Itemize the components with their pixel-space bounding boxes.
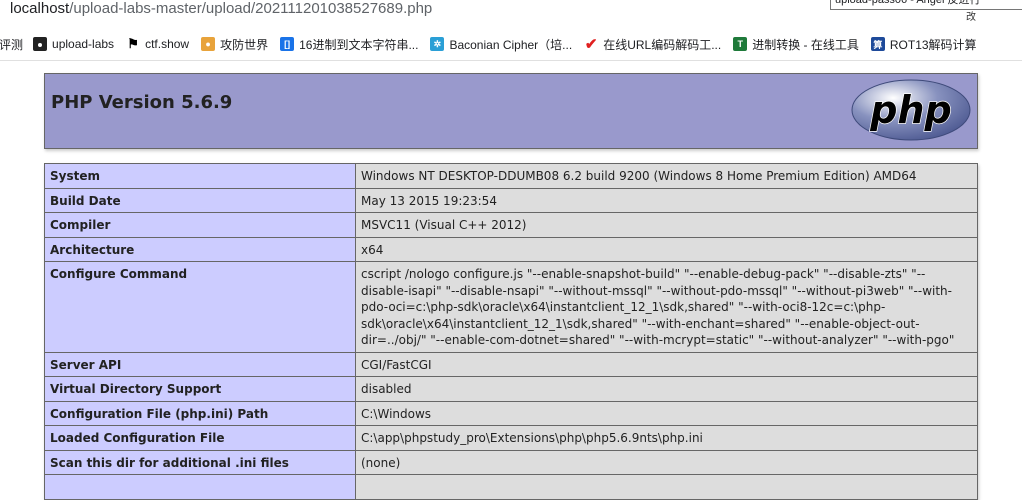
table-row: Compiler MSVC11 (Visual C++ 2012) — [44, 212, 978, 238]
address-bar[interactable]: localhost/upload-labs-master/upload/2021… — [0, 0, 1022, 28]
bookmark-label: ctf.show — [145, 37, 190, 51]
row-key: Scan this dir for additional .ini files — [44, 449, 356, 475]
calculator-icon: 算 — [870, 37, 885, 51]
phpinfo-header: PHP Version 5.6.9 php — [44, 73, 978, 149]
bookmark-item[interactable]: upload-labs — [33, 37, 114, 51]
bracket-icon: [] — [280, 37, 295, 51]
bookmark-label: 评测 — [0, 37, 24, 52]
row-value: (none) — [355, 449, 978, 475]
t-icon: T — [733, 37, 748, 51]
row-value: CGI/FastCGI — [355, 351, 978, 377]
row-value: C:\app\phpstudy_pro\Extensions\php\php5.… — [355, 425, 978, 451]
bookmark-item[interactable]: T 进制转换 - 在线工具 — [733, 36, 859, 53]
bookmark-label: 16进制到文本字符串... — [299, 37, 419, 52]
page-title: PHP Version 5.6.9 — [51, 92, 233, 113]
info-table: System Windows NT DESKTOP-DDUMB08 6.2 bu… — [44, 163, 978, 500]
row-key: System — [44, 163, 356, 189]
bookmarks-bar: 评测 upload-labs ⚑ ctf.show ● 攻防世界 [] 16进制… — [0, 28, 1022, 61]
row-key: Compiler — [44, 212, 356, 238]
row-key: Configure Command — [44, 261, 356, 353]
bookmark-item[interactable]: ✔ 在线URL编码解码工... — [584, 36, 721, 53]
row-value: disabled — [355, 376, 978, 402]
url-path: /upload-labs-master/upload/2021112010385… — [69, 0, 433, 17]
folder-icon — [33, 37, 48, 51]
table-row: Virtual Directory Support disabled — [44, 376, 978, 402]
bookmark-item[interactable]: [] 16进制到文本字符串... — [280, 36, 418, 53]
table-row: Configure Command cscript /nologo config… — [44, 261, 978, 353]
bookmark-item[interactable]: ⚑ ctf.show — [126, 36, 190, 51]
table-row: Architecture x64 — [44, 236, 978, 262]
table-row: Scan this dir for additional .ini files … — [44, 449, 978, 475]
table-row: Loaded Configuration File C:\app\phpstud… — [44, 425, 978, 451]
php-logo-text: php — [869, 88, 951, 132]
row-value: C:\Windows — [355, 400, 978, 426]
row-key: Configuration File (php.ini) Path — [44, 400, 356, 426]
table-row: Configuration File (php.ini) Path C:\Win… — [44, 400, 978, 426]
gear-icon: ✲ — [430, 37, 445, 51]
table-row: Build Date May 13 2015 19:23:54 — [44, 187, 978, 213]
bookmark-item[interactable]: ✲ Baconian Cipher（培... — [430, 36, 572, 53]
bookmark-label: 在线URL编码解码工... — [603, 37, 722, 52]
bookmark-label: 攻防世界 — [220, 37, 269, 52]
row-key: Loaded Configuration File — [44, 425, 356, 451]
tooltip-tail: 改 — [966, 12, 976, 23]
checkmark-icon: ✔ — [584, 36, 598, 53]
bookmark-label: upload-labs — [52, 37, 115, 51]
bookmark-label: Baconian Cipher（培... — [449, 37, 573, 52]
row-key: Virtual Directory Support — [44, 376, 356, 402]
row-key — [44, 474, 356, 500]
row-value — [355, 474, 978, 500]
ctf-icon: ⚑ — [127, 36, 139, 51]
row-key: Server API — [44, 351, 356, 377]
row-value: Windows NT DESKTOP-DDUMB08 6.2 build 920… — [355, 163, 978, 189]
table-row: Server API CGI/FastCGI — [44, 351, 978, 377]
table-row — [44, 474, 978, 500]
row-value: x64 — [355, 236, 978, 262]
row-key: Build Date — [44, 187, 356, 213]
table-row: System Windows NT DESKTOP-DDUMB08 6.2 bu… — [44, 163, 978, 189]
bookmark-label: 进制转换 - 在线工具 — [752, 37, 859, 52]
url-host: localhost — [10, 0, 70, 17]
row-key: Architecture — [44, 236, 356, 262]
tooltip: upload-pass06 - Angel 反进行 — [830, 0, 1022, 10]
bookmark-item[interactable]: ● 攻防世界 — [201, 36, 268, 53]
php-logo[interactable]: php — [850, 78, 972, 146]
row-value: May 13 2015 19:23:54 — [355, 187, 978, 213]
shield-icon: ● — [201, 37, 216, 51]
bookmark-label: ROT13解码计算 — [889, 37, 977, 52]
phpinfo-page: PHP Version 5.6.9 php System Windows NT … — [44, 73, 978, 500]
bookmark-item[interactable]: 算 ROT13解码计算 — [870, 36, 977, 53]
bookmark-item[interactable]: 评测 — [0, 36, 23, 53]
url-text[interactable]: localhost/upload-labs-master/upload/2021… — [10, 0, 432, 17]
row-value: MSVC11 (Visual C++ 2012) — [355, 212, 978, 238]
row-value: cscript /nologo configure.js "--enable-s… — [355, 261, 978, 353]
